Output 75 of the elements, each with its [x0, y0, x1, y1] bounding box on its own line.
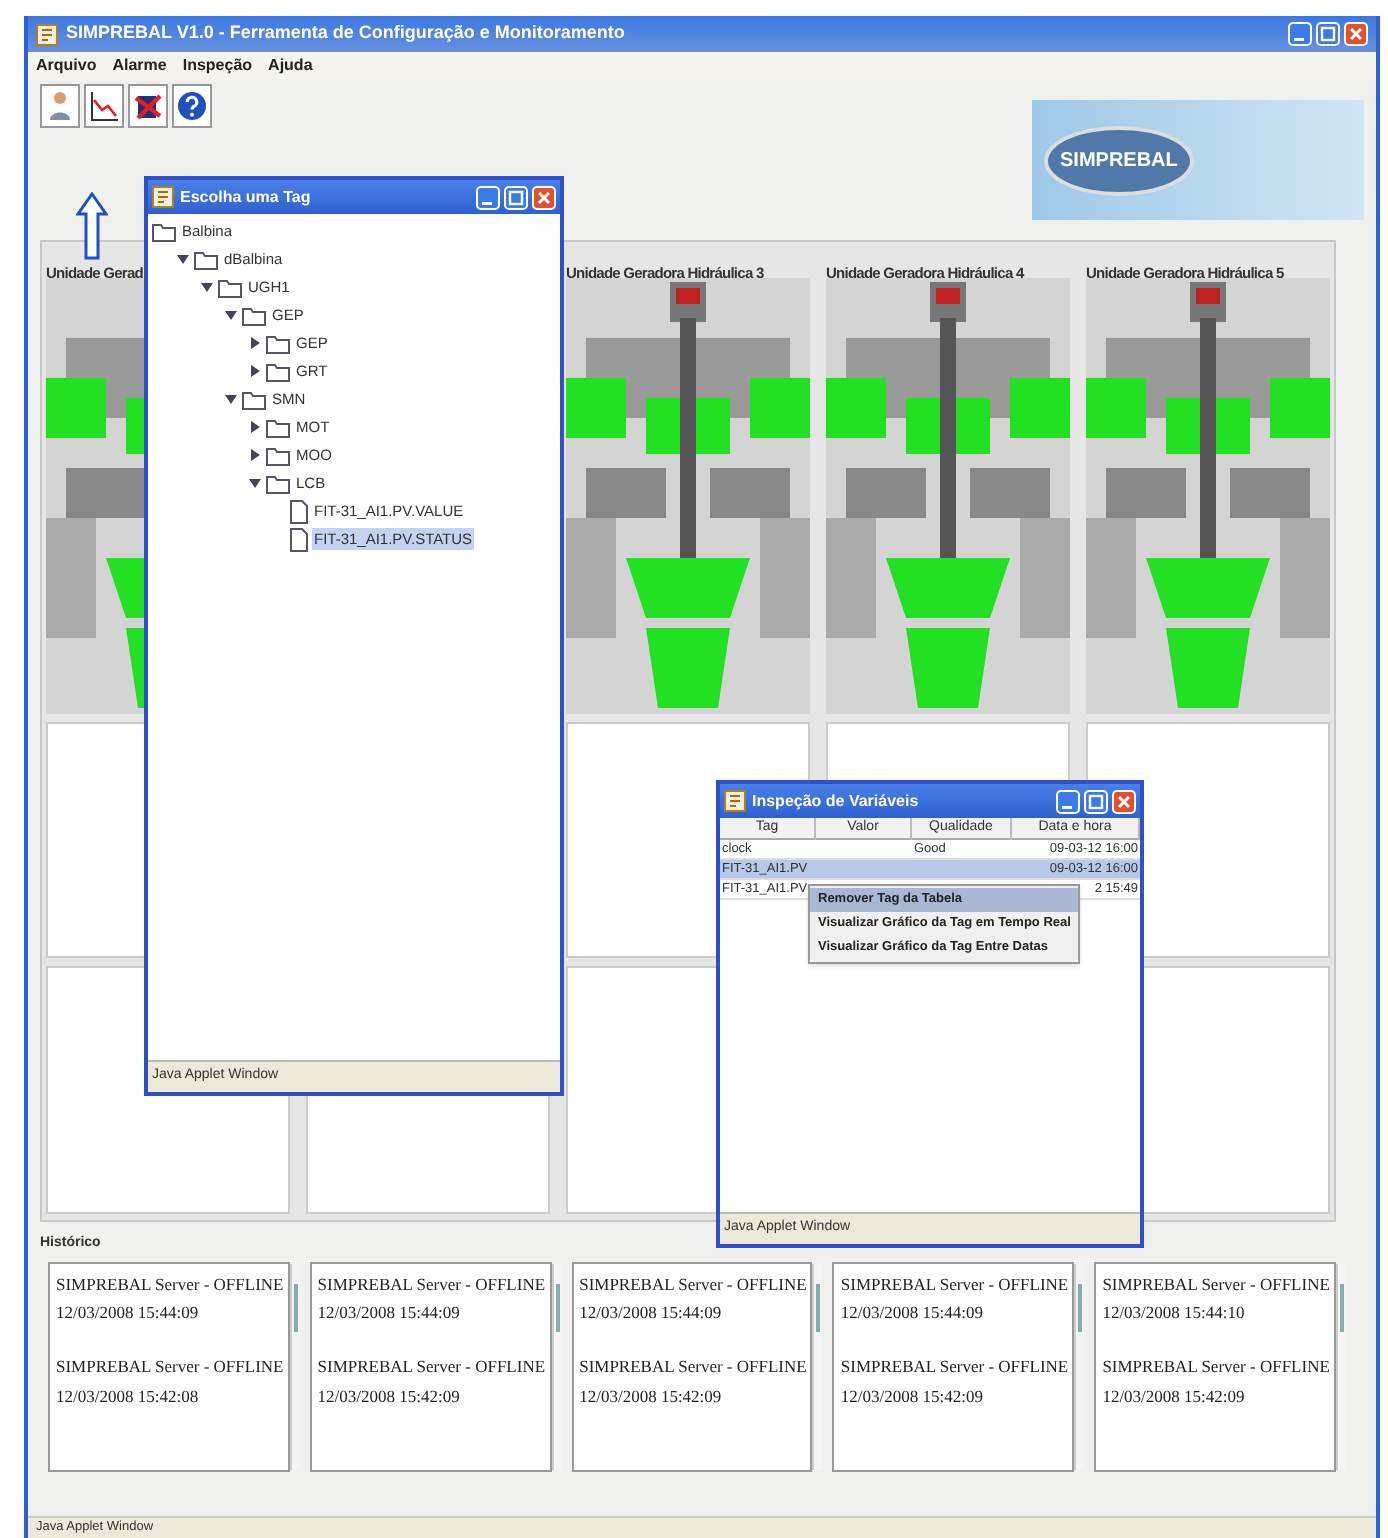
maximize-icon[interactable] [1084, 789, 1108, 813]
expanded-toggle-icon[interactable] [200, 280, 214, 294]
log-message: SIMPREBAL Server - OFFLINE [317, 1354, 546, 1380]
close-icon[interactable] [1344, 22, 1368, 46]
log-message: SIMPREBAL Server - OFFLINE [1102, 1271, 1330, 1297]
help-icon [176, 88, 208, 124]
maximize-icon[interactable] [504, 185, 528, 209]
close-icon[interactable] [1112, 789, 1136, 813]
expanded-toggle-icon[interactable] [248, 476, 262, 490]
log-time: 12/03/2008 15:44:10 [1102, 1300, 1247, 1326]
toolbar-button[interactable] [128, 84, 168, 128]
expanded-toggle-icon[interactable] [224, 392, 238, 406]
app-icon [724, 790, 746, 812]
log-time: 12/03/2008 15:42:09 [317, 1383, 462, 1409]
minimize-icon[interactable] [1288, 22, 1312, 46]
collapsed-toggle-icon[interactable] [248, 336, 262, 350]
folder-icon [266, 361, 290, 381]
folder-icon [266, 333, 290, 353]
menu-item[interactable]: Alarme [112, 54, 167, 78]
menu-item[interactable]: Ajuda [268, 54, 313, 78]
folder-icon [242, 389, 266, 409]
app-icon [36, 23, 58, 45]
collapsed-toggle-icon[interactable] [248, 364, 262, 378]
toolbar-button[interactable] [84, 84, 124, 128]
logo-text: SIMPREBAL [1044, 125, 1194, 195]
log-time: 12/03/2008 15:44:09 [317, 1300, 462, 1326]
log-time: 12/03/2008 15:44:09 [579, 1300, 724, 1326]
window-title: Inspeção de Variáveis [752, 789, 921, 813]
folder-icon [266, 473, 290, 493]
folder-icon [266, 445, 290, 465]
log-time: 12/03/2008 15:44:09 [56, 1300, 201, 1326]
person-icon [44, 88, 76, 124]
log-message: SIMPREBAL Server - OFFLINE [579, 1354, 807, 1380]
scroll-thumb[interactable] [1339, 1283, 1344, 1331]
log-message: SIMPREBAL Server - OFFLINE [1102, 1354, 1330, 1380]
log-message: SIMPREBAL Server - OFFLINE [840, 1271, 1069, 1297]
menu-item[interactable]: Inspeção [182, 54, 253, 78]
close-icon[interactable] [532, 185, 556, 209]
scrollbar[interactable] [551, 1263, 562, 1469]
scrollbar[interactable] [812, 1263, 823, 1469]
log-time: 12/03/2008 15:44:09 [840, 1300, 985, 1326]
log-time: 12/03/2008 15:42:09 [840, 1383, 985, 1409]
menu-item[interactable]: Arquivo [36, 54, 97, 78]
collapsed-toggle-icon[interactable] [248, 448, 262, 462]
arrow-annotation [76, 192, 108, 260]
scrollbar[interactable] [289, 1263, 300, 1469]
folder-icon [242, 305, 266, 325]
scroll-thumb[interactable] [816, 1283, 821, 1331]
cross-mark-icon [132, 88, 164, 124]
scroll-thumb[interactable] [1078, 1283, 1083, 1331]
scroll-thumb[interactable] [555, 1283, 560, 1331]
line-chart-icon [88, 88, 120, 124]
scrollbar[interactable] [1335, 1263, 1346, 1469]
folder-icon [218, 277, 242, 297]
folder-icon [194, 249, 218, 269]
scrollbar[interactable] [1074, 1263, 1085, 1469]
log-message: SIMPREBAL Server - OFFLINE [317, 1271, 546, 1297]
expanded-toggle-icon[interactable] [176, 252, 190, 266]
scroll-thumb[interactable] [293, 1283, 298, 1331]
log-message: SIMPREBAL Server - OFFLINE [56, 1271, 284, 1297]
log-time: 12/03/2008 15:42:09 [1102, 1383, 1247, 1409]
maximize-icon[interactable] [1316, 22, 1340, 46]
log-message: SIMPREBAL Server - OFFLINE [56, 1354, 284, 1380]
window-title: Escolha uma Tag [180, 185, 313, 209]
folder-icon [266, 417, 290, 437]
log-time: 12/03/2008 15:42:08 [56, 1383, 201, 1409]
expanded-toggle-icon[interactable] [224, 308, 238, 322]
log-time: 12/03/2008 15:42:09 [579, 1383, 724, 1409]
window-title: SIMPREBAL V1.0 - Ferramenta de Configuração e Monitoramento [66, 20, 627, 47]
app-icon [152, 186, 174, 208]
toolbar-button[interactable] [172, 84, 212, 128]
log-message: SIMPREBAL Server - OFFLINE [840, 1354, 1069, 1380]
minimize-icon[interactable] [1056, 789, 1080, 813]
log-message: SIMPREBAL Server - OFFLINE [579, 1271, 807, 1297]
minimize-icon[interactable] [476, 185, 500, 209]
